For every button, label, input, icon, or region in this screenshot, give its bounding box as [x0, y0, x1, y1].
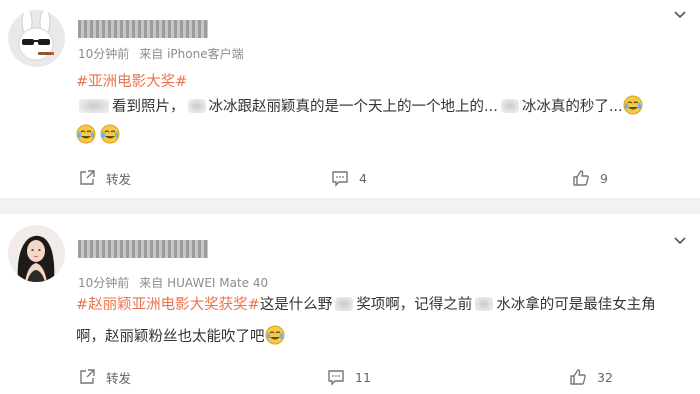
laugh-cry-emoji-icon [100, 124, 120, 144]
thumb-up-icon [569, 368, 597, 386]
post-time: 10分钟前 [78, 276, 130, 290]
comment-text: #赵丽颖亚洲电影大奖获奖#这是什么野 奖项啊，记得之前 水冰拿的可是最佳女主角 [76, 294, 656, 316]
like-count: 9 [600, 170, 608, 186]
repost-label: 转发 [106, 171, 132, 187]
emoji-row [76, 124, 120, 147]
post-time: 10分钟前 [78, 47, 130, 61]
comment-text-segment: 水冰拿的可是最佳女主角 [496, 297, 656, 313]
repost-button[interactable]: 转发 [78, 365, 131, 389]
like-button[interactable]: 9 [572, 166, 608, 190]
hashtag-link[interactable]: #亚洲电影大奖# [76, 70, 187, 91]
comment-count: 11 [355, 369, 371, 385]
action-bar: 转发 11 32 [0, 365, 700, 389]
comment-text: 看到照片， 冰冰跟赵丽颖真的是一个天上的一个地上的... 冰冰真的秒了... [76, 95, 643, 118]
action-bar: 转发 4 9 [0, 166, 700, 190]
username-redacted[interactable] [78, 20, 208, 38]
redacted-text [335, 297, 354, 311]
comment-icon [327, 368, 355, 386]
redacted-text [475, 297, 494, 311]
redacted-text [187, 99, 206, 113]
comment-text-segment: 啊，赵丽颖粉丝也太能吹了吧 [76, 329, 265, 345]
comment-text-segment: 冰冰跟赵丽颖真的是一个天上的一个地上的... [208, 99, 498, 115]
avatar[interactable] [8, 10, 65, 67]
laugh-cry-emoji-icon [265, 325, 285, 345]
post-separator [0, 198, 700, 214]
repost-label: 转发 [106, 370, 132, 386]
comment-text-segment: 奖项啊，记得之前 [356, 297, 473, 313]
like-button[interactable]: 32 [569, 365, 613, 389]
post-meta: 10分钟前 来自 iPhone客户端 [78, 45, 244, 62]
redacted-text [500, 99, 519, 113]
redacted-text [79, 99, 109, 113]
comment-button[interactable]: 4 [331, 166, 367, 190]
post-source: 来自 iPhone客户端 [139, 47, 244, 61]
comment-icon [331, 169, 359, 187]
repost-button[interactable]: 转发 [78, 166, 131, 190]
comment-text-segment: 冰冰真的秒了... [521, 99, 623, 115]
comment-button[interactable]: 11 [327, 365, 371, 389]
post-source: 来自 HUAWEI Mate 40 [139, 276, 269, 290]
post-meta: 10分钟前 来自 HUAWEI Mate 40 [78, 274, 268, 291]
weibo-comment-1: 10分钟前 来自 iPhone客户端 #亚洲电影大奖# 看到照片， 冰冰跟赵丽颖真的… [0, 0, 700, 198]
comment-text-line-2: 啊，赵丽颖粉丝也太能吹了吧 [76, 325, 285, 348]
share-out-icon [78, 169, 106, 187]
comment-text-segment: 这是什么野 [259, 297, 333, 313]
comment-text-segment: 看到照片， [112, 99, 185, 115]
share-out-icon [78, 368, 106, 386]
thumb-up-icon [572, 169, 600, 187]
chevron-down-icon[interactable] [672, 6, 688, 22]
laugh-cry-emoji-icon [76, 124, 96, 144]
chevron-down-icon[interactable] [672, 232, 688, 248]
comment-count: 4 [359, 170, 367, 186]
laugh-cry-emoji-icon [623, 95, 643, 115]
hashtag-link[interactable]: #赵丽颖亚洲电影大奖获奖# [76, 297, 260, 313]
avatar[interactable] [8, 225, 65, 282]
weibo-comment-2: 10分钟前 来自 HUAWEI Mate 40 #赵丽颖亚洲电影大奖获奖#这是什么… [0, 214, 700, 394]
username-redacted[interactable] [78, 240, 208, 258]
like-count: 32 [597, 369, 613, 385]
